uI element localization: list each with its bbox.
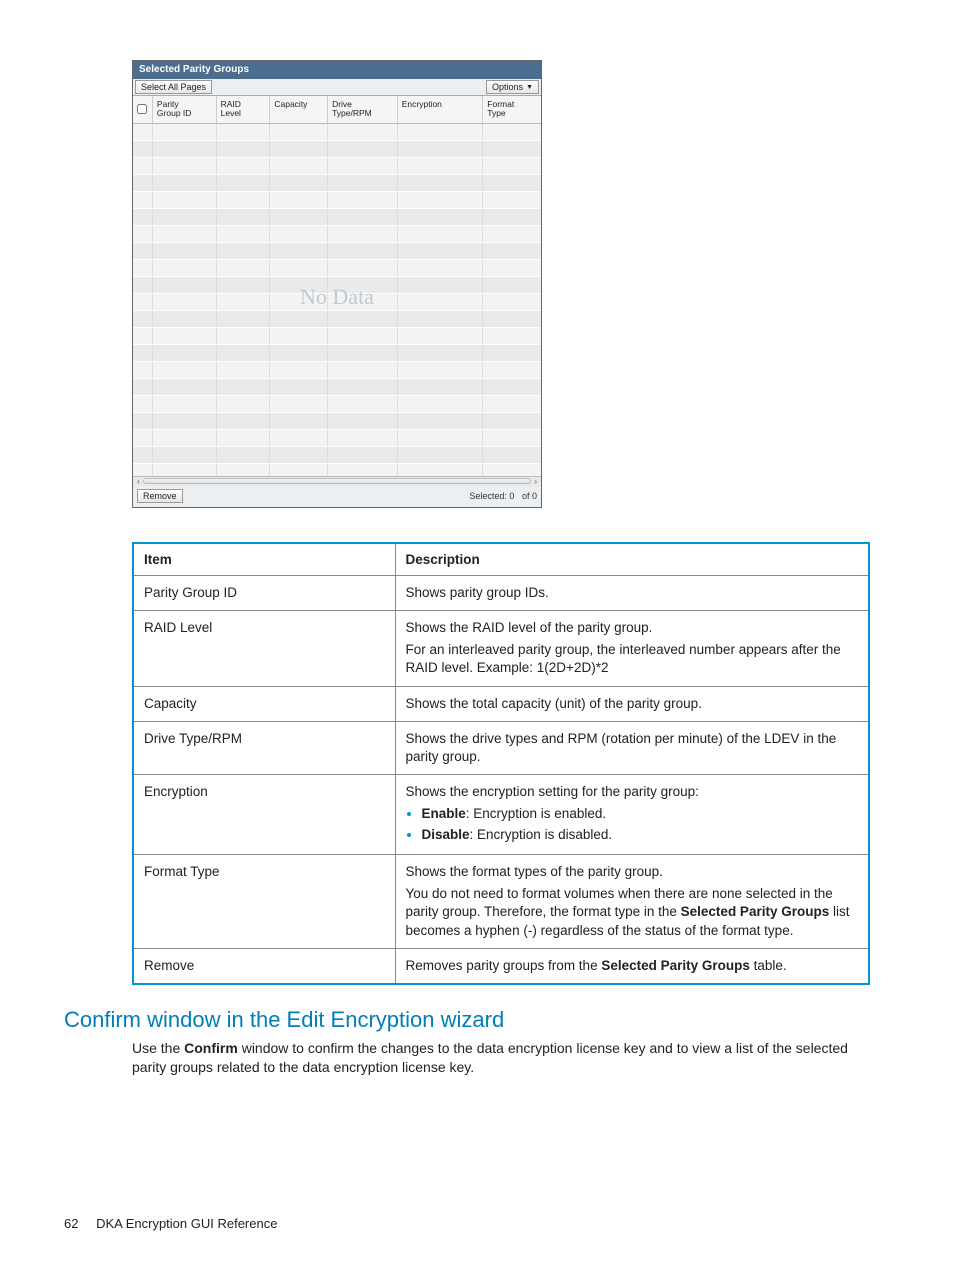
- table-row: [133, 192, 541, 209]
- table-row: Remove Removes parity groups from the Se…: [133, 948, 869, 984]
- table-row: [133, 260, 541, 277]
- table-row: [133, 345, 541, 362]
- th-item: Item: [133, 543, 395, 576]
- table-row: [133, 379, 541, 396]
- header-checkbox-cell: [133, 96, 153, 123]
- table-row: [133, 124, 541, 141]
- list-item: Disable: Encryption is disabled.: [422, 826, 859, 844]
- table-row: [133, 464, 541, 476]
- table-row: [133, 396, 541, 413]
- select-all-pages-button[interactable]: Select All Pages: [135, 80, 212, 94]
- table-row: [133, 311, 541, 328]
- chevron-down-icon: ▼: [526, 84, 533, 91]
- section-paragraph: Use the Confirm window to confirm the ch…: [132, 1039, 870, 1077]
- table-row: [133, 243, 541, 260]
- list-item: Enable: Encryption is enabled.: [422, 805, 859, 823]
- panel-title: Selected Parity Groups: [133, 61, 541, 79]
- col-encryption[interactable]: Encryption: [398, 96, 484, 123]
- table-row: [133, 141, 541, 158]
- grid-body: No Data: [133, 124, 541, 476]
- table-row: Parity Group ID Shows parity group IDs.: [133, 575, 869, 610]
- section-heading: Confirm window in the Edit Encryption wi…: [64, 1007, 890, 1033]
- th-description: Description: [395, 543, 869, 576]
- table-row: Encryption Shows the encryption setting …: [133, 775, 869, 855]
- col-drive-type-rpm[interactable]: Drive Type/RPM: [328, 96, 398, 123]
- table-row: [133, 447, 541, 464]
- remove-label: Remove: [143, 491, 177, 501]
- scroll-track[interactable]: [143, 478, 532, 484]
- table-row: [133, 226, 541, 243]
- grid-header-row: Parity Group ID RAID Level Capacity Driv…: [133, 96, 541, 124]
- options-label: Options: [492, 82, 523, 92]
- options-button[interactable]: Options ▼: [486, 80, 539, 94]
- select-all-pages-label: Select All Pages: [141, 82, 206, 92]
- table-row: [133, 175, 541, 192]
- table-row: [133, 362, 541, 379]
- table-row: Drive Type/RPM Shows the drive types and…: [133, 721, 869, 774]
- table-row: [133, 209, 541, 226]
- selection-status: Selected: 0 of 0: [469, 491, 537, 501]
- scroll-left-icon[interactable]: ‹: [137, 477, 140, 486]
- table-row: [133, 294, 541, 311]
- horizontal-scrollbar[interactable]: ‹ ›: [133, 476, 541, 486]
- col-capacity[interactable]: Capacity: [270, 96, 328, 123]
- table-row: [133, 277, 541, 294]
- remove-button[interactable]: Remove: [137, 489, 183, 503]
- page-number: 62: [64, 1216, 78, 1231]
- scroll-right-icon[interactable]: ›: [534, 477, 537, 486]
- footer-title: DKA Encryption GUI Reference: [96, 1216, 277, 1231]
- page-footer: 62 DKA Encryption GUI Reference: [64, 1216, 277, 1231]
- table-row: RAID Level Shows the RAID level of the p…: [133, 610, 869, 686]
- table-row: [133, 413, 541, 430]
- table-row: [133, 430, 541, 447]
- col-format-type[interactable]: Format Type: [483, 96, 541, 123]
- col-parity-group-id[interactable]: Parity Group ID: [153, 96, 217, 123]
- select-all-checkbox[interactable]: [137, 104, 147, 114]
- table-row: Format Type Shows the format types of th…: [133, 854, 869, 948]
- description-table: Item Description Parity Group ID Shows p…: [132, 542, 870, 985]
- selected-parity-groups-panel: Selected Parity Groups Select All Pages …: [132, 60, 542, 508]
- table-row: Capacity Shows the total capacity (unit)…: [133, 686, 869, 721]
- col-raid-level[interactable]: RAID Level: [217, 96, 271, 123]
- table-row: [133, 328, 541, 345]
- table-row: [133, 158, 541, 175]
- panel-footer: Remove Selected: 0 of 0: [133, 486, 541, 507]
- panel-toolbar: Select All Pages Options ▼: [133, 79, 541, 96]
